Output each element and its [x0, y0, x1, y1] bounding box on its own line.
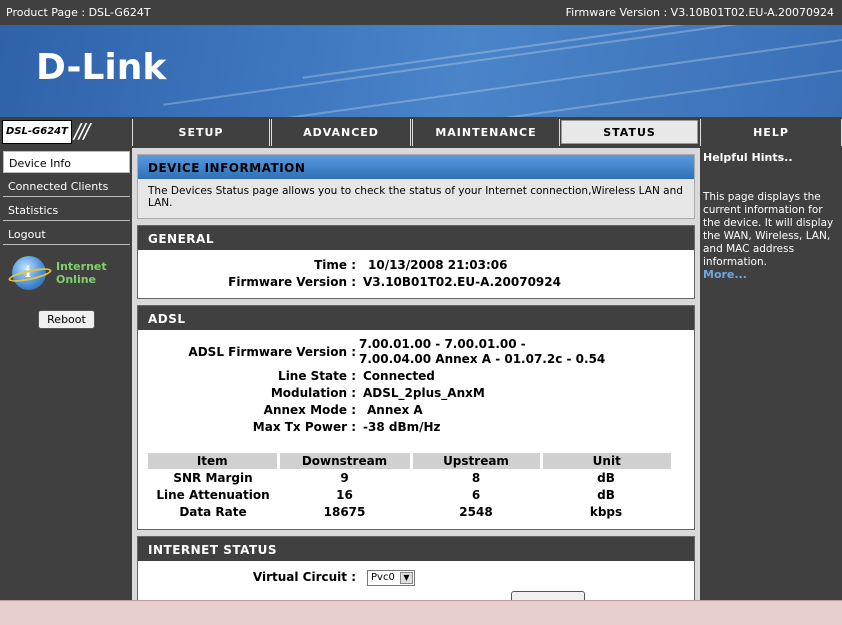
table-cell: dB — [597, 470, 615, 485]
internet-status-section: INTERNET STATUS Virtual Circuit : Pvc0 ▼ — [137, 536, 695, 601]
tab-maintenance[interactable]: MAINTENANCE — [412, 119, 560, 146]
firmware-value: V3.10B01T02.EU-A.20070924 — [363, 275, 561, 289]
time-value: 10/13/2008 21:03:06 — [368, 258, 508, 272]
tab-advanced[interactable]: ADVANCED — [271, 119, 411, 146]
adsl-firmware-value-1: 7.00.01.00 - 7.00.01.00 - — [359, 337, 526, 351]
adsl-firmware-value-2: 7.00.04.00 Annex A - 01.07.2c - 0.54 — [359, 352, 606, 366]
helpful-hints-text: This page displays the current informati… — [703, 191, 834, 268]
chevron-down-icon[interactable]: ▼ — [400, 572, 413, 584]
help-sidebar: Helpful Hints.. This page displays the c… — [700, 148, 842, 600]
table-cell: 6 — [471, 487, 481, 502]
table-cell: 8 — [471, 470, 481, 485]
annex-mode-label: Annex Mode : — [263, 403, 356, 417]
table-cell: dB — [597, 487, 615, 502]
virtual-circuit-select[interactable]: Pvc0 ▼ — [367, 570, 415, 586]
table-cell: SNR Margin — [173, 470, 253, 485]
table-row: Line Attenuation 16 6 dB — [148, 486, 671, 503]
virtual-circuit-value: Pvc0 — [371, 572, 395, 583]
internet-online-indicator: i Internet Online — [7, 256, 122, 292]
model-label: DSL-G624T — [2, 120, 72, 144]
max-tx-power-value: -38 dBm/Hz — [363, 420, 441, 434]
internet-status-title: INTERNET STATUS — [138, 537, 694, 561]
table-header: Upstream — [411, 453, 543, 469]
time-label: Time : — [314, 258, 356, 272]
tab-setup[interactable]: SETUP — [132, 119, 270, 146]
table-header-row: Item Downstream Upstream Unit — [148, 453, 671, 469]
annex-mode-value: Annex A — [367, 403, 423, 417]
firmware-label: Firmware Version : — [228, 275, 356, 289]
line-state-label: Line State : — [278, 369, 356, 383]
tab-status[interactable]: STATUS — [561, 120, 698, 144]
helpful-hints-title: Helpful Hints.. — [703, 151, 793, 164]
modulation-value: ADSL_2plus_AnxM — [363, 386, 485, 400]
table-row: SNR Margin 9 8 dB — [148, 469, 671, 486]
main-content: DEVICE INFORMATION The Devices Status pa… — [132, 148, 700, 601]
more-link[interactable]: More... — [703, 268, 747, 281]
dlink-logo: D-Link — [36, 47, 167, 88]
table-cell: kbps — [589, 504, 623, 519]
nav-row: DSL-G624T /// SETUP ADVANCED MAINTENANCE… — [0, 117, 842, 148]
firmware-version-label: Firmware Version : V3.10B01T02.EU-A.2007… — [565, 6, 834, 19]
left-sidebar: Device Info Connected Clients Statistics… — [0, 148, 132, 600]
dlink-banner: D-Link — [0, 25, 842, 117]
adsl-title: ADSL — [138, 306, 694, 330]
table-header: Item — [148, 453, 280, 469]
virtual-circuit-label: Virtual Circuit : — [252, 570, 356, 584]
reboot-button[interactable]: Reboot — [38, 310, 95, 329]
modulation-label: Modulation : — [270, 386, 356, 400]
table-cell: Data Rate — [179, 504, 247, 519]
table-cell: 9 — [340, 470, 349, 485]
table-cell: 18675 — [323, 504, 366, 519]
product-page-label: Product Page : DSL-G624T — [6, 6, 151, 19]
adsl-stats-table: Item Downstream Upstream Unit SNR Margin… — [148, 453, 671, 520]
table-cell: 16 — [336, 487, 353, 502]
device-information-description: The Devices Status page allows you to ch… — [148, 185, 683, 209]
device-information-panel: DEVICE INFORMATION The Devices Status pa… — [137, 154, 695, 219]
adsl-section: ADSL ADSL Firmware Version : 7.00.01.00 … — [137, 305, 695, 530]
table-cell: Line Attenuation — [156, 487, 270, 502]
general-section: GENERAL Time : 10/13/2008 21:03:06 Firmw… — [137, 225, 695, 299]
sidebar-item-statistics[interactable]: Statistics — [3, 199, 130, 221]
slashes-decoration: /// — [74, 119, 90, 143]
table-cell: 2548 — [459, 504, 493, 519]
device-information-title: DEVICE INFORMATION — [138, 155, 694, 179]
sidebar-item-connected-clients[interactable]: Connected Clients — [3, 175, 130, 197]
sidebar-item-logout[interactable]: Logout — [3, 223, 130, 245]
general-title: GENERAL — [138, 226, 694, 250]
sidebar-item-device-info[interactable]: Device Info — [3, 151, 130, 173]
line-state-value: Connected — [363, 369, 435, 383]
table-row: Data Rate 18675 2548 kbps — [148, 503, 671, 520]
table-header: Unit — [541, 453, 671, 469]
table-header: Downstream — [278, 453, 413, 469]
adsl-firmware-label: ADSL Firmware Version : — [188, 345, 356, 359]
bottom-bar — [0, 600, 842, 625]
tab-help[interactable]: HELP — [700, 119, 842, 146]
max-tx-power-label: Max Tx Power : — [252, 420, 356, 434]
top-bar: Product Page : DSL-G624T Firmware Versio… — [0, 0, 842, 25]
internet-online-text: Internet Online — [56, 260, 107, 286]
